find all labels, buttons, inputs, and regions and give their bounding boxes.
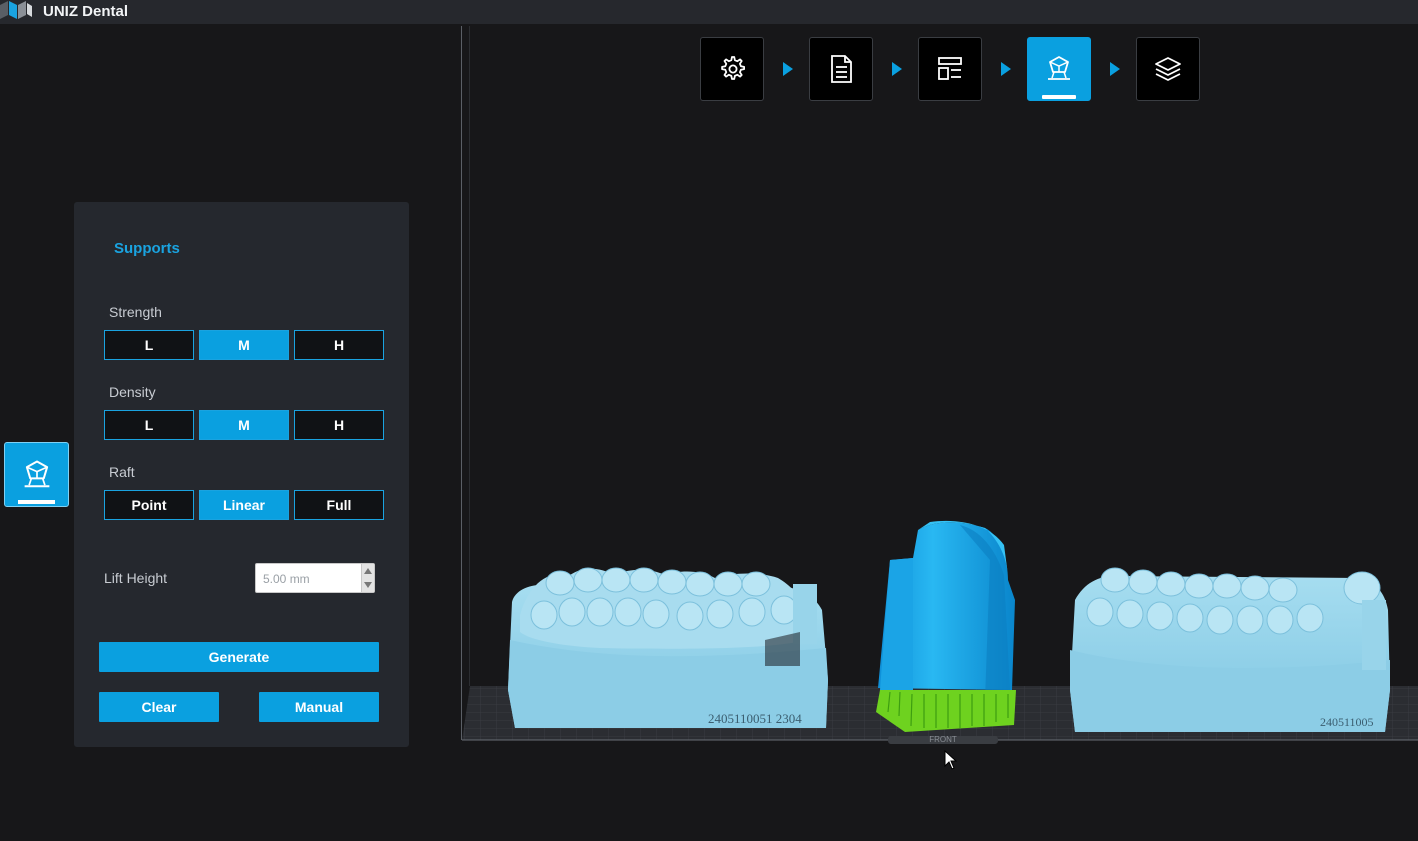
strength-high-button[interactable]: H (294, 330, 384, 360)
generate-button[interactable]: Generate (99, 642, 379, 672)
density-high-button[interactable]: H (294, 410, 384, 440)
lift-height-stepper[interactable] (361, 564, 374, 592)
mouse-cursor-icon (944, 750, 958, 770)
raft-point-button[interactable]: Point (104, 490, 194, 520)
app-logo-icon (0, 1, 32, 19)
build-plate-scene: FRONT 2405110051 2304 240511005 (444, 520, 1418, 744)
density-low-button[interactable]: L (104, 410, 194, 440)
app-title: UNIZ Dental (43, 3, 129, 20)
strength-low-button[interactable]: L (104, 330, 194, 360)
title-bar: UNIZ Dental (0, 0, 1418, 24)
supports-panel: Supports Strength L M H Density L M H Ra… (74, 202, 409, 747)
strength-medium-button[interactable]: M (199, 330, 289, 360)
model-label-left: 2405110051 2304 (708, 711, 802, 726)
front-label: FRONT (929, 735, 957, 744)
supports-icon (24, 459, 49, 487)
clear-button[interactable]: Clear (99, 692, 219, 722)
stepper-down-icon[interactable] (364, 582, 372, 588)
raft-full-button[interactable]: Full (294, 490, 384, 520)
lift-height-value: 5.00 mm (263, 572, 310, 586)
panel-title: Supports (114, 240, 180, 257)
strength-label: Strength (109, 304, 162, 320)
lift-height-input[interactable]: 5.00 mm (255, 563, 375, 593)
density-medium-button[interactable]: M (199, 410, 289, 440)
3d-viewport[interactable]: FRONT 2405110051 2304 240511005 (444, 26, 1418, 836)
supports-tool-button[interactable] (4, 442, 69, 507)
dental-model-with-supports[interactable] (876, 520, 1016, 732)
density-label: Density (109, 384, 156, 400)
model-label-right: 240511005 (1320, 715, 1374, 729)
manual-button[interactable]: Manual (259, 692, 379, 722)
raft-label: Raft (109, 464, 135, 480)
dental-model-left[interactable]: 2405110051 2304 (508, 567, 828, 728)
lift-height-label: Lift Height (104, 570, 168, 586)
dental-model-right[interactable]: 240511005 (1070, 567, 1390, 732)
raft-linear-button[interactable]: Linear (199, 490, 289, 520)
stepper-up-icon[interactable] (364, 568, 372, 574)
